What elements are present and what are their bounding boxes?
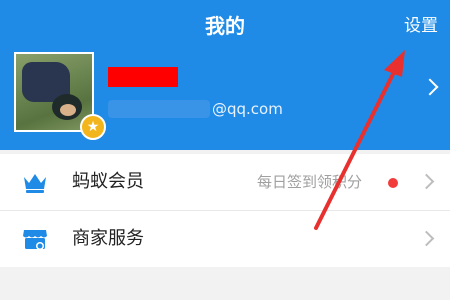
annotation-arrow	[314, 50, 405, 230]
